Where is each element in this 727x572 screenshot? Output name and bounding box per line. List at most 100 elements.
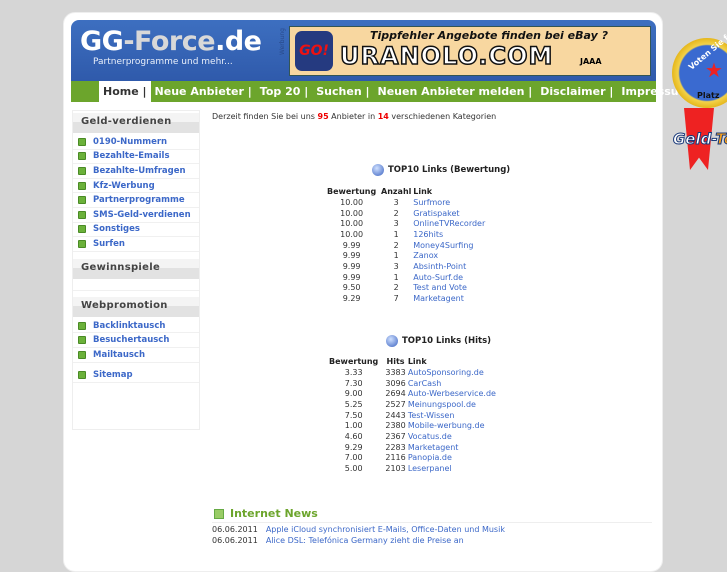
sidebar-item[interactable]: Backlinktausch — [73, 319, 199, 334]
count-cell: 2283 — [385, 442, 406, 452]
provider-link[interactable]: Marketagent — [408, 443, 459, 452]
nav-neue-anbieter[interactable]: Neue Anbieter | — [151, 81, 256, 102]
provider-link[interactable]: Absinth-Point — [413, 262, 466, 271]
sidebar-item[interactable]: Besuchertausch — [73, 333, 199, 348]
rating-cell: 7.00 — [344, 453, 363, 463]
rating-cell: 3.33 — [344, 367, 363, 377]
count-cell: 2 — [393, 208, 399, 218]
column-header: Link — [413, 187, 433, 196]
column-header: Hits — [386, 357, 405, 366]
table-row: 9.99 2 Money4Surfing — [324, 240, 494, 251]
bullet-icon — [78, 225, 86, 234]
sidebar-item-label: Besuchertausch — [93, 335, 170, 346]
column-header: Bewertung — [326, 187, 377, 196]
logo-part: .de — [215, 26, 262, 57]
top-hits-table: Bewertung Hits Link 3.33 3383 AutoSponsoring.… — [324, 356, 514, 474]
column-header: Anzahl — [381, 187, 412, 196]
bullet-icon — [78, 152, 86, 161]
count-cell: 2443 — [385, 410, 406, 420]
rating-cell: 5.00 — [344, 464, 363, 474]
bullet-icon — [78, 181, 86, 190]
count-cell: 2367 — [385, 431, 406, 441]
table-row: 9.00 2694 Auto-Werbeservice.de — [324, 388, 514, 399]
sidebar-item[interactable]: Surfen — [73, 237, 199, 252]
rating-cell: 9.00 — [344, 389, 363, 399]
count-cell: 3096 — [385, 378, 406, 388]
nav-top20[interactable]: Top 20 | — [256, 81, 312, 102]
header: GG-Force.de Partnerprogramme und mehr...… — [71, 20, 656, 81]
provider-link[interactable]: Test-Wissen — [408, 411, 455, 420]
provider-link[interactable]: Mobile-werbung.de — [408, 421, 485, 430]
sidebar-item-label: Surfen — [93, 238, 125, 249]
provider-link[interactable]: Test and Vote — [413, 283, 467, 292]
provider-link[interactable]: Panopia.de — [408, 453, 452, 462]
provider-link[interactable]: Meinungspool.de — [408, 400, 476, 409]
sidebar-heading-webpromotion: Webpromotion — [73, 296, 199, 317]
provider-link[interactable]: Zanox — [413, 251, 438, 260]
count-cell: 2527 — [385, 399, 406, 409]
intro-text: Derzeit finden Sie bei uns 95 Anbieter i… — [212, 112, 497, 121]
provider-link[interactable]: Auto-Werbeservice.de — [408, 389, 496, 398]
banner-brand: URANOLO.COM — [339, 41, 554, 71]
sidebar-item[interactable]: Mailtausch — [73, 348, 199, 363]
table-header: Bewertung Hits Link — [324, 356, 514, 367]
provider-link[interactable]: AutoSponsoring.de — [408, 368, 484, 377]
count-cell: 1 — [393, 251, 399, 261]
sidebar-item[interactable]: SMS-Geld-verdienen — [73, 208, 199, 223]
sidebar-item[interactable]: Bezahlte-Umfragen — [73, 164, 199, 179]
provider-link[interactable]: Leserpanel — [408, 464, 452, 473]
news-icon — [214, 508, 224, 519]
sidebar-item[interactable]: Kfz-Werbung — [73, 179, 199, 194]
sidebar-item-sitemap[interactable]: Sitemap — [73, 369, 199, 384]
sidebar-item-label: Sitemap — [93, 370, 133, 381]
rating-cell: 9.99 — [342, 251, 361, 261]
nav-disclaimer[interactable]: Disclaimer | — [536, 81, 617, 102]
rating-cell: 9.29 — [344, 442, 363, 452]
sidebar-item[interactable]: Partnerprogramme — [73, 193, 199, 208]
sidebar-item[interactable]: 0190-Nummern — [73, 135, 199, 150]
globe-icon — [386, 335, 398, 347]
bullet-icon — [78, 196, 86, 205]
sidebar-item[interactable]: Sonstiges — [73, 223, 199, 238]
provider-link[interactable]: 126hits — [413, 230, 443, 239]
ad-banner[interactable]: GO! Tippfehler Angebote finden bei eBay … — [289, 26, 651, 76]
sidebar: Geld-verdienen 0190-Nummern Bezahlte-Emai… — [72, 110, 200, 430]
sidebar-item-label: SMS-Geld-verdienen — [93, 209, 191, 220]
table-row: 7.00 2116 Panopia.de — [324, 453, 514, 464]
rating-cell: 5.25 — [344, 399, 363, 409]
site-logo[interactable]: GG-Force.de — [80, 26, 262, 57]
nav-home[interactable]: Home | — [99, 81, 151, 102]
provider-link[interactable]: Auto-Surf.de — [413, 273, 463, 282]
provider-link[interactable]: Vocatus.de — [408, 432, 452, 441]
nav-anbieter-melden[interactable]: Neuen Anbieter melden | — [374, 81, 537, 102]
provider-link[interactable]: OnlineTVRecorder — [413, 219, 485, 228]
provider-link[interactable]: Surfmore — [413, 198, 450, 207]
count-cell: 3383 — [385, 367, 406, 377]
category-count: 14 — [377, 112, 389, 121]
count-cell: 7 — [393, 294, 399, 304]
table-row: 9.99 1 Auto-Surf.de — [324, 272, 494, 283]
table-row: 5.00 2103 Leserpanel — [324, 463, 514, 474]
news-link[interactable]: Alice DSL: Telefónica Germany zieht die … — [266, 536, 464, 545]
count-cell: 1 — [393, 272, 399, 282]
count-cell: 1 — [393, 229, 399, 239]
count-cell: 2116 — [385, 453, 406, 463]
count-cell: 2 — [393, 283, 399, 293]
news-item: 06.06.2011 Alice DSL: Telefónica Germany … — [212, 536, 464, 545]
provider-link[interactable]: Gratispaket — [413, 209, 459, 218]
nav-suchen[interactable]: Suchen | — [312, 81, 373, 102]
table-row: 10.00 1 126hits — [324, 229, 494, 240]
sidebar-item[interactable]: Bezahlte-Emails — [73, 150, 199, 165]
sidebar-item-label: Partnerprogramme — [93, 195, 185, 206]
table-row: 1.00 2380 Mobile-werbung.de — [324, 420, 514, 431]
geld-topliste-logo[interactable]: Geld-To — [672, 130, 727, 149]
provider-link[interactable]: Marketagent — [413, 294, 464, 303]
provider-link[interactable]: Money4Surfing — [413, 241, 473, 250]
rating-cell: 10.00 — [340, 208, 364, 218]
table-row: 10.00 3 OnlineTVRecorder — [324, 218, 494, 229]
count-cell: 2694 — [385, 389, 406, 399]
go-icon: GO! — [295, 31, 333, 71]
news-link[interactable]: Apple iCloud synchronisiert E-Mails, Off… — [266, 525, 505, 534]
provider-link[interactable]: CarCash — [408, 379, 442, 388]
table-row: 10.00 3 Surfmore — [324, 197, 494, 208]
